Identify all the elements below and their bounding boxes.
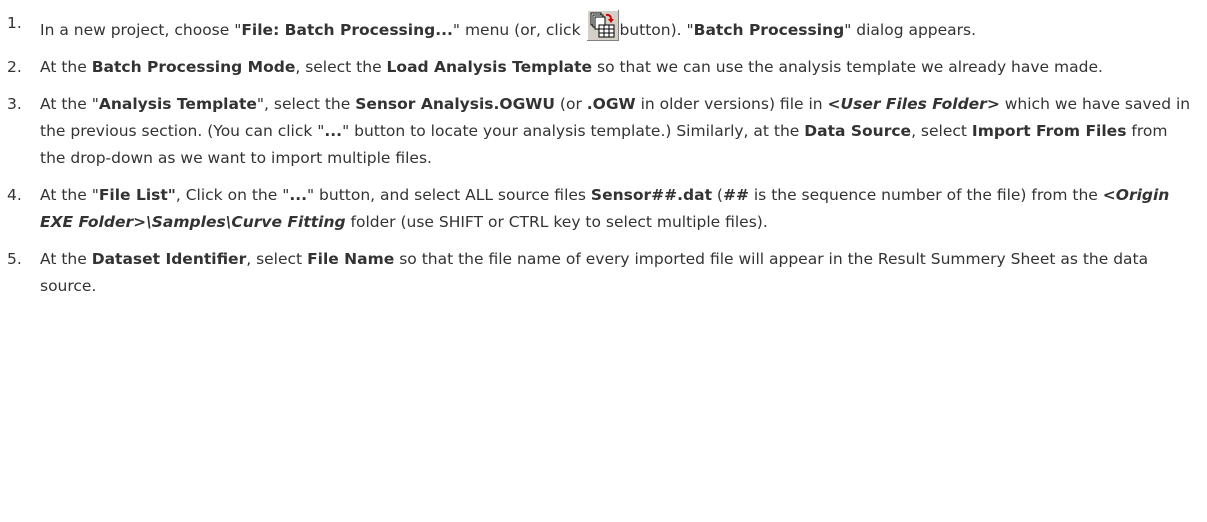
text: " button to locate your analysis templat…	[342, 122, 805, 140]
step-text: At the Batch Processing Mode, select the…	[40, 58, 1103, 76]
text: At the "	[40, 95, 99, 113]
text: ", select the	[256, 95, 356, 113]
step-number: 4.	[7, 186, 22, 204]
file-extension: .OGW	[586, 95, 636, 113]
text: (or	[555, 95, 587, 113]
text: At the	[40, 58, 92, 76]
option-name: Dataset Identifier	[91, 250, 247, 268]
text: " button, and select ALL source files	[307, 186, 591, 204]
text: is the sequence number of the file) from…	[748, 186, 1103, 204]
text: " menu (or, click	[452, 21, 586, 39]
step-2: 2. At the Batch Processing Mode, select …	[0, 54, 1207, 81]
text: , select	[911, 122, 972, 140]
step-number: 2.	[7, 58, 22, 76]
text: (	[711, 186, 723, 204]
option-name: File List"	[98, 186, 176, 204]
text: At the "	[40, 186, 99, 204]
step-1: 1. In a new project, choose "File: Batch…	[0, 10, 1207, 44]
text: In a new project, choose "	[40, 21, 242, 39]
text: At the	[40, 250, 92, 268]
file-name: Sensor Analysis.OGWU	[355, 95, 555, 113]
dialog-name: Batch Processing	[693, 21, 845, 39]
batch-processing-icon	[587, 10, 620, 41]
ellipsis-button-label: ...	[289, 186, 307, 204]
file-pattern: Sensor##.dat	[590, 186, 712, 204]
text: folder (use SHIFT or CTRL key to select …	[345, 213, 768, 231]
text: " dialog appears.	[844, 21, 977, 39]
option-name: File Name	[307, 250, 395, 268]
step-number: 5.	[7, 250, 22, 268]
step-number: 3.	[7, 95, 22, 113]
step-text: At the "Analysis Template", select the S…	[40, 95, 1190, 167]
folder-path: <User Files Folder>	[827, 95, 1000, 113]
instruction-steps: 1. In a new project, choose "File: Batch…	[0, 0, 1207, 300]
text: , Click on the "	[175, 186, 290, 204]
step-text: At the "File List", Click on the "..." b…	[40, 186, 1169, 231]
step-text: At the Dataset Identifier, select File N…	[40, 250, 1148, 295]
text: , select	[246, 250, 308, 268]
batch-processing-button-icon[interactable]	[587, 10, 620, 41]
step-4: 4. At the "File List", Click on the "...…	[0, 182, 1207, 236]
step-3: 3. At the "Analysis Template", select th…	[0, 91, 1207, 172]
option-name: Import From Files	[971, 122, 1127, 140]
option-name: Load Analysis Template	[386, 58, 593, 76]
step-text: In a new project, choose "File: Batch Pr…	[40, 10, 977, 41]
option-name: Analysis Template	[98, 95, 257, 113]
sequence-marker: ##	[722, 186, 749, 204]
text: in older versions) file in	[635, 95, 828, 113]
text: button). "	[619, 21, 694, 39]
option-name: Batch Processing Mode	[91, 58, 296, 76]
option-name: Data Source	[804, 122, 912, 140]
text: so that we can use the analysis template…	[592, 58, 1103, 76]
step-number: 1.	[7, 14, 22, 32]
menu-path: File: Batch Processing...	[241, 21, 453, 39]
text: , select the	[295, 58, 387, 76]
ellipsis-button-label: ...	[324, 122, 343, 140]
step-5: 5. At the Dataset Identifier, select Fil…	[0, 246, 1207, 300]
